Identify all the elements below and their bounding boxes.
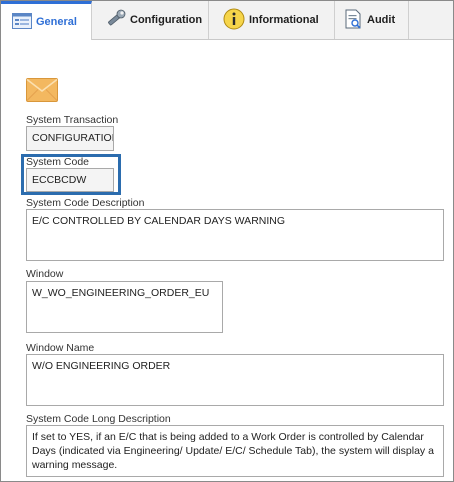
- system-code-field[interactable]: ECCBCDW: [26, 168, 114, 192]
- system-code-label: System Code: [26, 156, 90, 168]
- window-field[interactable]: W_WO_ENGINEERING_ORDER_EU: [26, 281, 223, 333]
- info-icon: [223, 8, 245, 33]
- tab-configuration-label: Configuration: [130, 14, 203, 26]
- system-transaction-field[interactable]: CONFIGURATION: [26, 126, 114, 151]
- system-transaction-label: System Transaction: [26, 114, 119, 126]
- window-name-field[interactable]: W/O ENGINEERING ORDER: [26, 354, 444, 406]
- tab-informational[interactable]: Informational: [209, 1, 335, 39]
- tab-configuration[interactable]: Configuration: [92, 1, 209, 39]
- system-code-long-description-label: System Code Long Description: [26, 413, 171, 425]
- general-form-icon: [12, 12, 32, 32]
- window-frame: General Configuration Informational Audi…: [0, 0, 454, 482]
- system-code-description-label: System Code Description: [26, 197, 145, 209]
- tab-audit[interactable]: Audit: [335, 1, 409, 39]
- tab-bar: General Configuration Informational Audi…: [1, 1, 453, 40]
- system-code-description-field[interactable]: E/C CONTROLLED BY CALENDAR DAYS WARNING: [26, 209, 444, 261]
- tab-informational-label: Informational: [249, 14, 319, 26]
- window-label: Window: [26, 268, 64, 280]
- wrench-icon: [106, 9, 126, 32]
- window-name-label: Window Name: [26, 342, 95, 354]
- tab-general[interactable]: General: [1, 1, 92, 40]
- system-code-long-description-field[interactable]: If set to YES, if an E/C that is being a…: [26, 425, 444, 477]
- tab-general-label: General: [36, 16, 77, 28]
- audit-document-icon: [345, 9, 363, 32]
- tab-audit-label: Audit: [367, 14, 396, 26]
- envelope-icon: [26, 78, 58, 102]
